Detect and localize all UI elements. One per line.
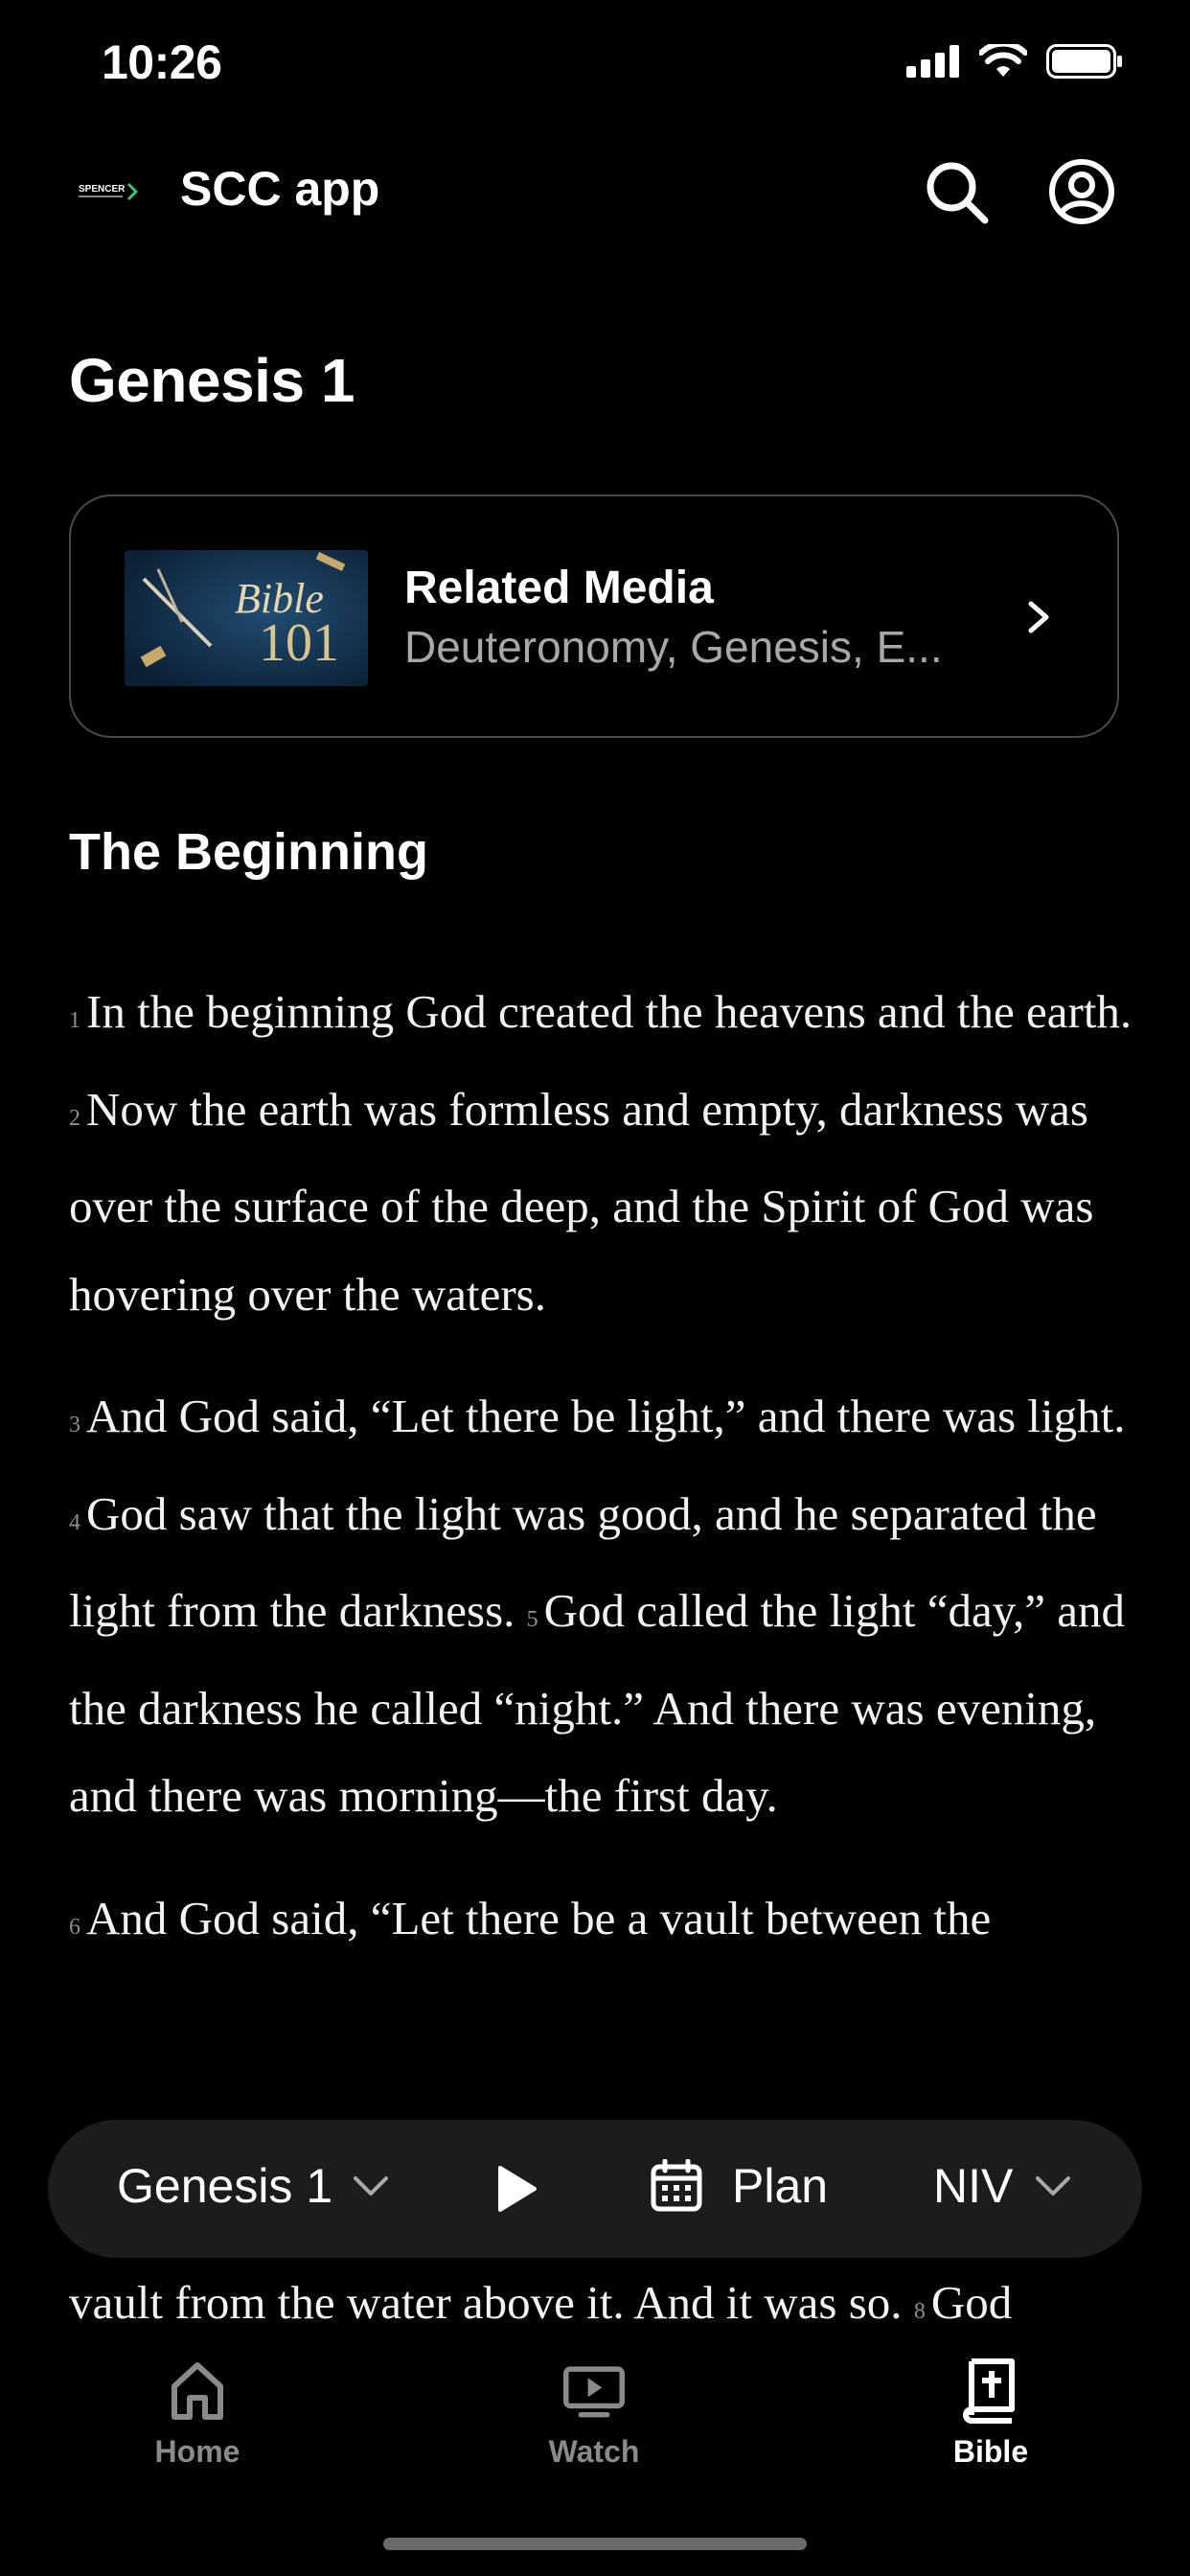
verse-text[interactable]: In the beginning God created the heavens… <box>86 985 1132 1038</box>
plan-button[interactable]: Plan <box>650 2158 828 2214</box>
app-title: SCC app <box>180 162 380 216</box>
tab-label: Bible <box>952 2434 1029 2469</box>
related-media-heading: Related Media <box>404 563 714 613</box>
status-bar: 10:26 <box>0 0 1190 134</box>
tab-label: Home <box>154 2434 240 2469</box>
thumbnail-number: 101 <box>259 613 339 673</box>
media-thumbnail: Bible 101 <box>125 550 368 686</box>
tab-watch[interactable]: Watch <box>498 2358 690 2470</box>
verse-number: 6 <box>69 1914 80 1940</box>
chapter-title: Genesis 1 <box>69 346 355 415</box>
cellular-signal-icon <box>906 45 959 78</box>
verse-text[interactable]: Now the earth was formless and empty, da… <box>69 1083 1093 1321</box>
logo-text: SPENCER <box>79 184 126 195</box>
search-icon[interactable] <box>922 157 991 226</box>
verse-text[interactable]: vault from the water above it. And it wa… <box>69 2276 903 2329</box>
verse-number: 2 <box>69 1105 80 1131</box>
version-label: NIV <box>933 2159 1014 2213</box>
app-header: SPENCER SCC app <box>0 144 1190 240</box>
calendar-icon <box>651 2159 702 2212</box>
profile-icon[interactable] <box>1047 157 1116 226</box>
chapter-selector-label: Genesis 1 <box>117 2159 333 2213</box>
paragraph: 1 In the beginning God created the heaven… <box>69 968 1133 1338</box>
verse-number: 1 <box>69 1008 80 1033</box>
tab-bible[interactable]: Bible <box>895 2358 1087 2470</box>
related-media-card[interactable]: Bible 101 Related Media Deuteronomy, Gen… <box>69 494 1119 738</box>
version-selector[interactable]: NIV <box>933 2158 1072 2214</box>
verse-text[interactable]: And God said, “Let there be a vault betw… <box>86 1892 991 1944</box>
scripture-continuation: vault from the water above it. And it wa… <box>69 2275 1133 2330</box>
battery-icon <box>1046 44 1122 79</box>
paragraph: 6 And God said, “Let there be a vault bet… <box>69 1874 1133 1972</box>
reader-control-bar: Genesis 1 Plan NIV <box>48 2120 1142 2258</box>
verse-text[interactable]: God <box>931 2276 1012 2329</box>
home-indicator <box>383 2538 807 2550</box>
tab-home[interactable]: Home <box>102 2358 293 2470</box>
paragraph: 3 And God said, “Let there be light,” and… <box>69 1372 1133 1840</box>
verse-number: 5 <box>526 1607 538 1632</box>
chevron-down-icon <box>354 2176 389 2196</box>
tv-icon <box>563 2366 625 2418</box>
chevron-right-icon <box>1028 601 1049 633</box>
scripture-text: 1 In the beginning God created the heaven… <box>69 968 1133 2006</box>
status-icons <box>906 44 1123 79</box>
status-time: 10:26 <box>102 35 222 89</box>
tab-label: Watch <box>548 2434 640 2469</box>
verse-number: 8 <box>913 2299 926 2324</box>
verse-number: 4 <box>69 1509 80 1535</box>
related-media-subtitle: Deuteronomy, Genesis, E... <box>404 622 943 672</box>
verse-text[interactable]: And God said, “Let there be light,” and … <box>86 1390 1125 1442</box>
church-logo-icon: SPENCER <box>79 182 139 201</box>
bible-icon <box>963 2358 1015 2424</box>
verse-number: 3 <box>69 1413 80 1438</box>
home-icon <box>172 2362 223 2420</box>
chapter-selector[interactable]: Genesis 1 <box>117 2158 390 2214</box>
plan-label: Plan <box>732 2159 829 2213</box>
chevron-down-icon <box>1036 2176 1071 2196</box>
section-heading: The Beginning <box>69 823 428 881</box>
wifi-icon <box>979 44 1027 77</box>
play-icon[interactable] <box>494 2164 538 2214</box>
